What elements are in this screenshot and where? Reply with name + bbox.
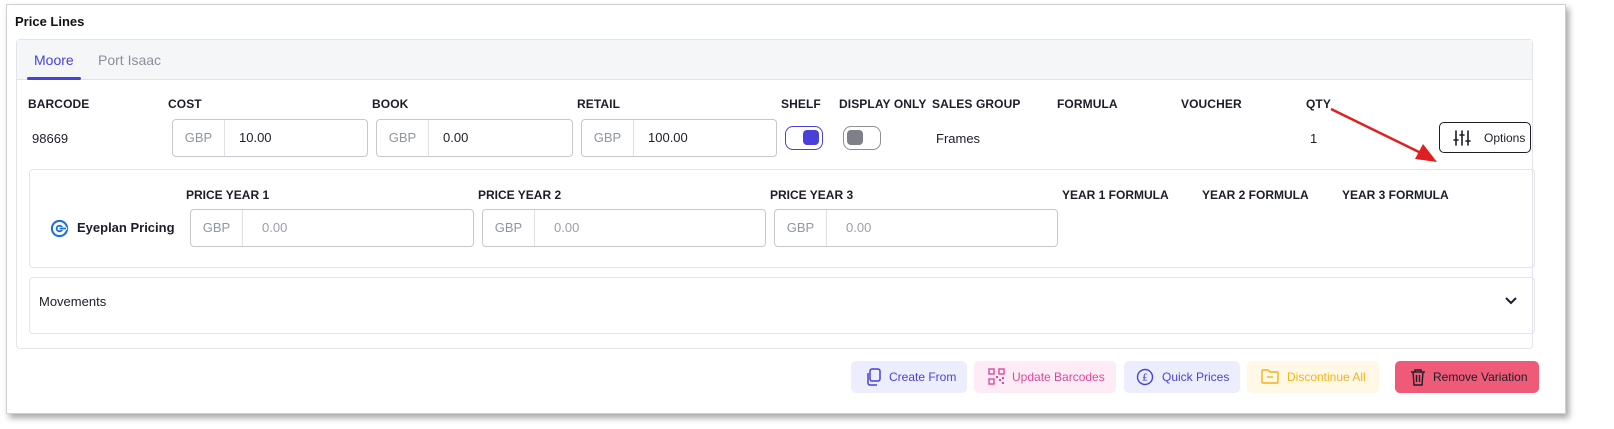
header-price-year-1: PRICE YEAR 1 — [186, 188, 270, 202]
book-currency: GBP — [377, 120, 429, 156]
cost-field[interactable]: GBP 10.00 — [172, 119, 368, 157]
tab-port-isaac[interactable]: Port Isaac — [98, 52, 161, 68]
price-line-panel: Moore Port Isaac BARCODE COST BOOK RETAI… — [16, 39, 1535, 349]
section-title: Price Lines — [15, 14, 85, 29]
pound-circle-icon: £ — [1136, 368, 1154, 386]
display-only-toggle[interactable] — [843, 126, 881, 150]
price-year-3-currency: GBP — [775, 210, 827, 246]
movements-label: Movements — [39, 294, 107, 309]
update-barcodes-button[interactable]: Update Barcodes — [974, 361, 1116, 393]
create-from-button[interactable]: Create From — [851, 361, 967, 393]
options-button-label: Options — [1484, 131, 1526, 145]
header-retail: RETAIL — [577, 97, 621, 111]
folder-minus-icon — [1261, 369, 1279, 384]
price-year-2-field[interactable]: GBP 0.00 — [482, 209, 766, 247]
header-year-3-formula: YEAR 3 FORMULA — [1342, 188, 1449, 202]
retail-currency: GBP — [582, 120, 634, 156]
eyeplan-pricing-section: Eyeplan Pricing PRICE YEAR 1 PRICE YEAR … — [29, 169, 1535, 268]
quick-prices-label: Quick Prices — [1162, 370, 1230, 384]
copy-icon — [867, 368, 881, 386]
trash-icon — [1411, 369, 1425, 386]
eyeplan-logo-icon — [50, 219, 69, 238]
book-field[interactable]: GBP 0.00 — [376, 119, 573, 157]
retail-value: 100.00 — [648, 130, 688, 145]
active-tab-indicator — [27, 77, 81, 80]
remove-variation-label: Remove Variation — [1433, 370, 1528, 384]
qr-code-icon — [988, 368, 1005, 385]
price-year-3-field[interactable]: GBP 0.00 — [774, 209, 1058, 247]
price-year-1-currency: GBP — [191, 210, 243, 246]
eyeplan-pricing-label: Eyeplan Pricing — [77, 220, 175, 235]
display-only-toggle-knob — [847, 130, 863, 145]
shelf-toggle[interactable] — [785, 126, 823, 150]
create-from-label: Create From — [889, 370, 957, 384]
header-book: BOOK — [372, 97, 409, 111]
price-year-2-currency: GBP — [483, 210, 535, 246]
header-display-only: DISPLAY ONLY — [839, 97, 927, 111]
retail-field[interactable]: GBP 100.00 — [581, 119, 777, 157]
movements-accordion[interactable]: Movements — [29, 277, 1535, 334]
header-barcode: BARCODE — [28, 97, 90, 111]
sliders-icon — [1453, 130, 1471, 146]
header-shelf: SHELF — [781, 97, 821, 111]
header-year-2-formula: YEAR 2 FORMULA — [1202, 188, 1309, 202]
qty-value: 1 — [1310, 131, 1318, 146]
tab-moore[interactable]: Moore — [34, 52, 74, 68]
cost-value: 10.00 — [239, 130, 272, 145]
cost-currency: GBP — [173, 120, 225, 156]
options-button[interactable]: Options — [1439, 122, 1531, 153]
location-tabs: Moore Port Isaac — [17, 40, 1532, 80]
header-voucher: VOUCHER — [1181, 97, 1242, 111]
header-cost: COST — [168, 97, 202, 111]
price-year-2-placeholder: 0.00 — [554, 220, 580, 235]
update-barcodes-label: Update Barcodes — [1012, 370, 1105, 384]
header-year-1-formula: YEAR 1 FORMULA — [1062, 188, 1169, 202]
book-value: 0.00 — [443, 130, 469, 145]
chevron-down-icon[interactable] — [1504, 296, 1518, 306]
header-price-year-2: PRICE YEAR 2 — [478, 188, 562, 202]
shelf-toggle-knob — [803, 130, 819, 145]
price-year-1-field[interactable]: GBP 0.00 — [190, 209, 474, 247]
header-formula: FORMULA — [1057, 97, 1118, 111]
quick-prices-button[interactable]: £ Quick Prices — [1124, 361, 1240, 393]
annotation-arrow-icon — [1330, 107, 1437, 162]
sales-group-value: Frames — [936, 131, 981, 146]
discontinue-all-label: Discontinue All — [1287, 370, 1366, 384]
discontinue-all-button[interactable]: Discontinue All — [1247, 361, 1379, 393]
remove-variation-button[interactable]: Remove Variation — [1395, 361, 1539, 393]
price-year-1-placeholder: 0.00 — [262, 220, 288, 235]
price-year-3-placeholder: 0.00 — [846, 220, 872, 235]
svg-text:£: £ — [1142, 373, 1148, 384]
barcode-value: 98669 — [32, 131, 69, 146]
header-price-year-3: PRICE YEAR 3 — [770, 188, 854, 202]
price-lines-card: Price Lines Moore Port Isaac BARCODE COS… — [6, 4, 1566, 414]
header-sales-group: SALES GROUP — [932, 97, 1021, 111]
